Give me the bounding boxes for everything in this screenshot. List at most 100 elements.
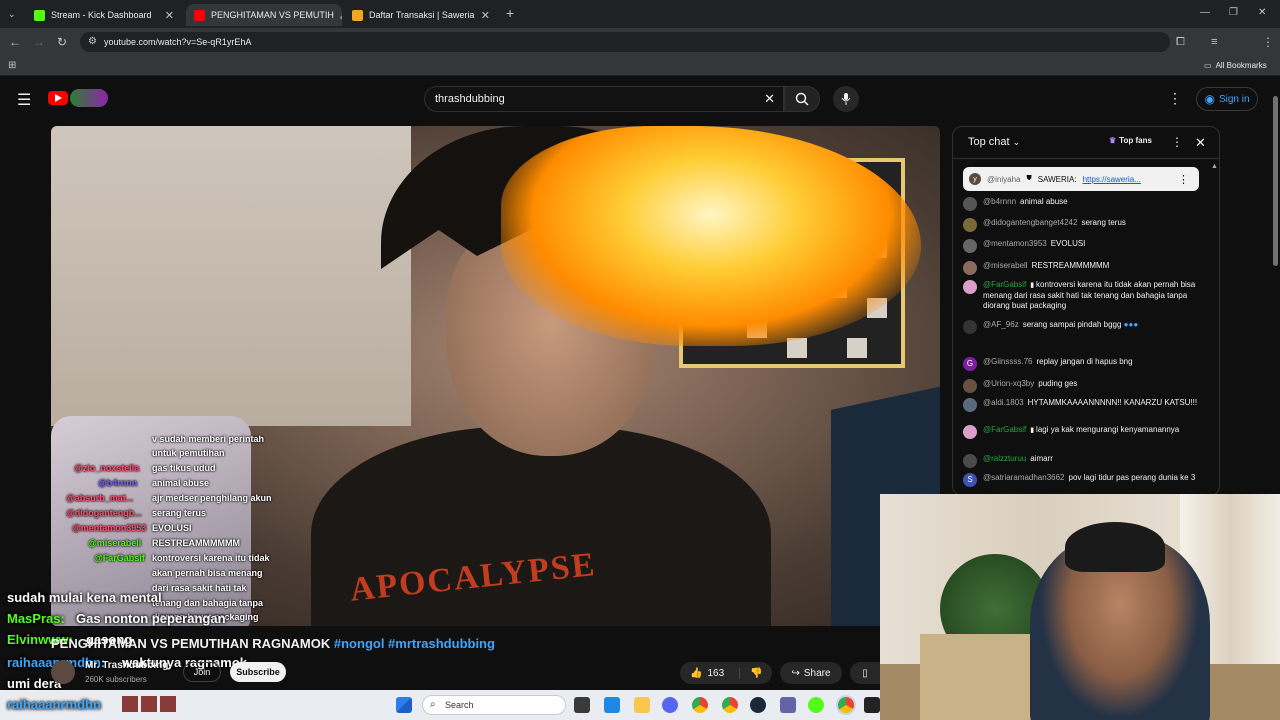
chrome-active-icon[interactable] [838, 697, 854, 713]
chat-avatar [963, 379, 977, 393]
taskbar-search-input[interactable]: ⌕ Search [422, 695, 566, 715]
overlay-chat-text: dari rasa sakit hati tak [152, 583, 247, 593]
tab-kick-dashboard[interactable]: Stream - Kick Dashboard ✕ [26, 4, 182, 26]
extensions-icon[interactable]: ⧠ [1176, 36, 1185, 48]
voice-search-button[interactable] [833, 86, 859, 112]
chat-text: aimarr [1030, 454, 1053, 463]
kick-app-icon[interactable] [808, 697, 824, 713]
chat-author[interactable]: @satriaramadhan3662 [983, 473, 1065, 482]
hamburger-menu-icon[interactable]: ☰ [17, 90, 31, 110]
window-close-icon[interactable]: ✕ [1258, 7, 1266, 19]
apps-grid-icon[interactable]: ⊞ [8, 60, 16, 72]
settings-menu-icon[interactable]: ⋮ [1168, 90, 1182, 107]
doodle-logo-icon[interactable] [70, 89, 108, 107]
chat-avatar [963, 261, 977, 275]
windows-start-icon[interactable] [396, 697, 412, 713]
join-button[interactable]: Join [183, 662, 221, 682]
minimize-icon[interactable]: — [1200, 7, 1210, 19]
all-bookmarks-button[interactable]: ▭ All Bookmarks [1204, 61, 1267, 70]
chat-text: puding ges [1038, 379, 1078, 388]
overlay-chat-text: gas tikus udud [152, 463, 216, 473]
thumbs-down-icon: 👎 [750, 667, 763, 679]
copilot-icon[interactable] [604, 697, 620, 713]
chat-author[interactable]: @FarGabsif [983, 280, 1026, 289]
address-bar[interactable]: ⚙ youtube.com/watch?v=Se-qR1yrEhA [80, 32, 1170, 52]
search-input[interactable]: thrashdubbing ✕ [424, 86, 784, 112]
webcam-overlay [880, 494, 1280, 720]
sign-in-button[interactable]: ◉ Sign in [1196, 87, 1258, 111]
chat-author[interactable]: @Urion-xq3by [983, 379, 1034, 388]
clear-search-icon[interactable]: ✕ [764, 91, 775, 107]
emoji-icon: ●●● [1121, 320, 1139, 329]
tab-search-icon[interactable]: ⌄ [8, 8, 16, 20]
dislike-button[interactable]: 👎 [740, 668, 762, 679]
youtube-logo-icon[interactable] [48, 91, 68, 105]
chrome-icon[interactable] [692, 697, 708, 713]
overlay-chat-user: @absurb_mat... [66, 493, 134, 503]
scrollbar-thumb[interactable] [1273, 96, 1278, 266]
site-info-icon[interactable]: ⚙ [88, 36, 97, 47]
chat-author[interactable]: @AF_96z [983, 320, 1019, 329]
chrome-profile-icon[interactable] [722, 697, 738, 713]
teams-icon[interactable] [780, 697, 796, 713]
pinned-link[interactable]: https://saweria... [1083, 175, 1141, 184]
new-tab-icon[interactable]: + [506, 6, 514, 20]
tab-youtube-video[interactable]: PENGHITAMAN VS PEMUTIH 🔊 ✕ [186, 4, 342, 26]
close-chat-icon[interactable]: ✕ [1195, 135, 1206, 151]
video-background-wall [51, 126, 411, 426]
overlay-chat-text: akan pernah bisa menang [152, 568, 263, 578]
top-fans-button[interactable]: ♛ Top fans [1109, 136, 1152, 145]
save-button[interactable]: ▯ [850, 662, 880, 684]
chat-author[interactable]: @mentamon3953 [983, 239, 1047, 248]
chat-author[interactable]: @b4rnnn [983, 197, 1016, 206]
tab-saweria[interactable]: Daftar Transaksi | Saweria ✕ [344, 4, 498, 26]
chat-avatar [963, 218, 977, 232]
audio-playing-icon[interactable]: 🔊 [340, 10, 342, 21]
back-icon[interactable]: ← [9, 36, 21, 48]
chat-text: lagi ya kak mengurangi kenyamanannya [1036, 425, 1180, 434]
search-button[interactable] [784, 86, 820, 112]
chat-scroll-up-icon[interactable]: ▲ [1211, 163, 1218, 170]
thumbs-up-icon: 👍 [690, 667, 703, 679]
chat-author[interactable]: @miserabell [983, 261, 1028, 270]
obs-icon[interactable] [864, 697, 880, 713]
video-hashtags[interactable]: #nongol #mrtrashdubbing [334, 636, 495, 651]
channel-avatar[interactable] [51, 660, 75, 684]
chat-author[interactable]: @ralzzturuu [983, 454, 1026, 463]
steam-icon[interactable] [750, 697, 766, 713]
search-query-text: thrashdubbing [435, 93, 505, 105]
maximize-icon[interactable]: ❐ [1229, 7, 1238, 19]
overlay-chat-text: EVOLUSI [152, 523, 192, 533]
chat-mode-dropdown[interactable]: Top chat ⌄ [968, 136, 1020, 148]
chat-author[interactable]: @Giinssss.76 [983, 357, 1032, 366]
chat-author[interactable]: @aldi.1803 [983, 398, 1024, 407]
chat-author[interactable]: @FarGabsif [983, 425, 1026, 434]
pinned-message[interactable]: y @iniyaha ⛊ SAWERIA: https://saweria...… [963, 167, 1199, 191]
chat-avatar [963, 320, 977, 334]
like-button[interactable]: 👍 163 [680, 667, 740, 679]
taskbar-thumbnail-strip [122, 696, 176, 712]
chrome-menu-icon[interactable]: ⋮ [1262, 36, 1274, 48]
chat-author[interactable]: @didogantengbanget4242 [983, 218, 1077, 227]
chat-menu-icon[interactable]: ⋮ [1171, 135, 1183, 149]
close-tab-icon[interactable]: ✕ [481, 9, 490, 22]
forward-icon[interactable]: → [33, 36, 45, 48]
like-count: 163 [707, 667, 725, 679]
kick-chat-user: MasPras: [7, 611, 65, 626]
pinned-menu-icon[interactable]: ⋮ [1178, 173, 1189, 186]
search-icon [795, 92, 809, 106]
task-view-icon[interactable] [574, 697, 590, 713]
share-button[interactable]: ↪ Share [780, 662, 842, 684]
overlay-chat-text: tenang dan bahagia tanpa [152, 598, 264, 608]
webcam-person-hair [1065, 522, 1165, 572]
url-text: youtube.com/watch?v=Se-qR1yrEhA [104, 37, 252, 47]
video-player[interactable]: APOCALYPSE 18 [51, 126, 940, 626]
chat-text: serang terus [1081, 218, 1126, 227]
subscribe-button[interactable]: Subscribe [230, 662, 286, 682]
media-control-icon[interactable]: ≡ [1211, 36, 1217, 48]
discord-icon[interactable] [662, 697, 678, 713]
reload-icon[interactable]: ↻ [57, 36, 67, 48]
channel-name[interactable]: Mr. Trashdubbing [85, 660, 168, 671]
close-tab-icon[interactable]: ✕ [165, 9, 174, 22]
file-explorer-icon[interactable] [634, 697, 650, 713]
